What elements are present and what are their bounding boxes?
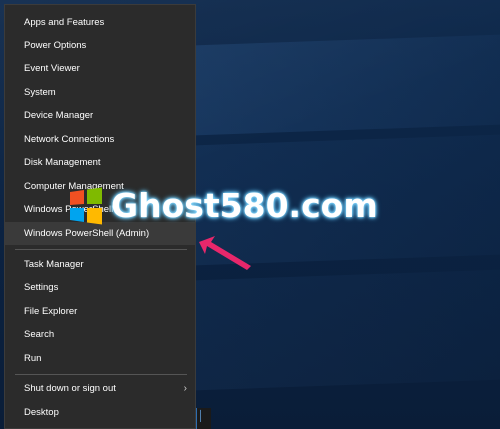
- menu-item-apps-and-features[interactable]: Apps and Features: [5, 11, 195, 34]
- menu-item-settings[interactable]: Settings: [5, 276, 195, 299]
- menu-item-disk-management[interactable]: Disk Management: [5, 151, 195, 174]
- watermark: Ghost580.com: [67, 186, 378, 225]
- menu-item-power-options[interactable]: Power Options: [5, 34, 195, 57]
- menu-item-label: Task Manager: [24, 259, 84, 270]
- taskbar-button-icon: │: [198, 411, 205, 422]
- menu-item-shut-down-or-sign-out[interactable]: Shut down or sign out ›: [5, 377, 195, 400]
- menu-item-windows-powershell-admin[interactable]: Windows PowerShell (Admin): [5, 222, 195, 245]
- menu-item-label: Power Options: [24, 40, 87, 51]
- menu-item-network-connections[interactable]: Network Connections: [5, 128, 195, 151]
- menu-item-label: Run: [24, 353, 42, 364]
- menu-item-label: File Explorer: [24, 306, 78, 317]
- chevron-right-icon: ›: [183, 383, 187, 394]
- windows-logo-icon: [70, 187, 102, 224]
- menu-item-desktop[interactable]: Desktop: [5, 401, 195, 424]
- watermark-text: Ghost580.com: [111, 186, 378, 225]
- menu-item-device-manager[interactable]: Device Manager: [5, 104, 195, 127]
- menu-item-label: Desktop: [24, 407, 59, 418]
- light-beam: [195, 34, 500, 136]
- menu-item-label: Windows PowerShell (Admin): [24, 228, 150, 239]
- pink-arrow-icon: [199, 236, 251, 270]
- menu-item-label: System: [24, 87, 56, 98]
- menu-separator: [15, 249, 187, 250]
- menu-separator: [15, 374, 187, 375]
- menu-item-search[interactable]: Search: [5, 323, 195, 346]
- menu-item-label: Network Connections: [24, 134, 115, 145]
- light-beam: [195, 269, 500, 391]
- menu-item-label: Apps and Features: [24, 17, 105, 28]
- menu-item-label: Device Manager: [24, 110, 94, 121]
- menu-item-file-explorer[interactable]: File Explorer: [5, 300, 195, 323]
- menu-item-task-manager[interactable]: Task Manager: [5, 253, 195, 276]
- menu-item-label: Settings: [24, 282, 59, 293]
- menu-item-event-viewer[interactable]: Event Viewer: [5, 57, 195, 80]
- menu-item-run[interactable]: Run: [5, 347, 195, 370]
- menu-item-label: Shut down or sign out: [24, 383, 116, 394]
- menu-item-system[interactable]: System: [5, 81, 195, 104]
- menu-item-label: Disk Management: [24, 157, 101, 168]
- menu-item-label: Event Viewer: [24, 63, 80, 74]
- menu-item-label: Search: [24, 329, 55, 340]
